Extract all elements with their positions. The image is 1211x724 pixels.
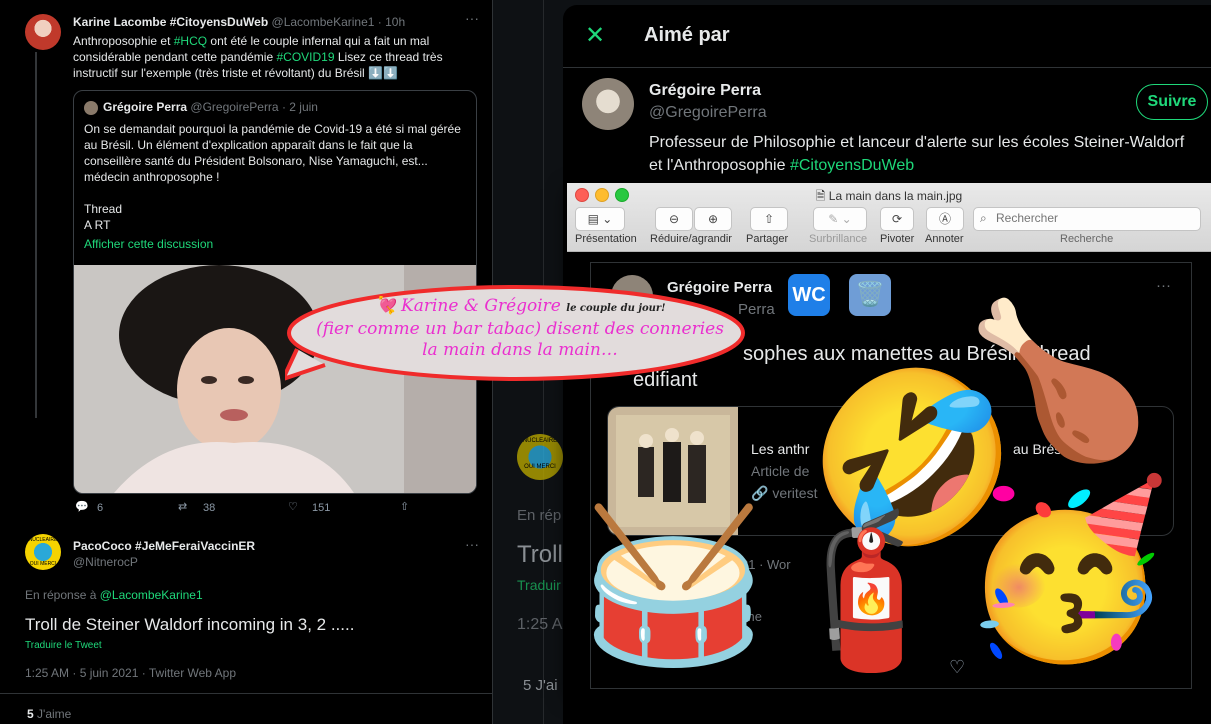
follow-button[interactable]: Suivre [1136,84,1208,120]
divider [563,67,1211,68]
heart-arrow-icon: 💘 [374,296,396,316]
link-icon: 🔗 [751,485,769,501]
rotate-label: Pivoter [880,233,915,245]
author-name[interactable]: Karine Lacombe #CitoyensDuWeb [73,15,268,29]
annotate-icon[interactable]: Ⓐ [926,207,964,231]
avatar [84,101,98,115]
badge-top-text: NUCLEAIRE [28,537,58,543]
bubble-line-2: (fier comme un bar tabac) disent des con… [316,319,724,339]
share-label: Partager [746,233,789,245]
more-icon: ··· [1156,277,1171,294]
quote-thread-label: Thread [84,202,123,216]
tweet-meta: 1:25 A [517,616,563,633]
close-icon[interactable]: ✕ [585,21,605,50]
brightness-label: Surbrillance [809,233,868,245]
reply-count: 6 [97,502,104,514]
bubble-small-text: le couple du jour! [566,303,666,314]
reply-context: En rép [517,507,562,524]
hashtag-link[interactable]: #COVID19 [276,50,334,64]
search-input[interactable] [994,210,1194,226]
tweet-meta[interactable]: 1:25 AM · 5 juin 2021 · Twitter Web App [25,666,236,680]
user-name[interactable]: Grégoire Perra [649,82,761,100]
like-count: 151 [312,502,331,514]
quote-header: Grégoire Perra @GregoirePerra · 2 juin [103,100,318,114]
user-handle[interactable]: @GregoirePerra [649,104,767,122]
presentation-label: Présentation [575,233,637,245]
tweet-actions: 💬 6 ⇄ 38 ♡ 151 ⇧ [75,500,475,518]
translate-link[interactable]: Traduir [517,577,561,593]
share-icon[interactable]: ⇧ [400,500,409,513]
tweet-header: Karine Lacombe #CitoyensDuWeb @LacombeKa… [73,15,405,29]
highlight-icon[interactable]: ✎ ⌄ [813,207,867,231]
zoom-out-icon[interactable]: ⊖ [655,207,693,231]
avatar-nucleaire-badge[interactable]: NUCLEAIRE OUI MERCI [25,534,61,570]
sidebar-view-button[interactable]: ▤ ⌄ [575,207,625,231]
badge-bottom-text: OUI MERCI [524,464,556,470]
zoom-in-icon[interactable]: ⊕ [694,207,732,231]
card-title: Les anthr [751,441,810,457]
more-icon[interactable]: ··· [465,10,479,26]
window-toolbar: 🗎 La main dans la main.jpg ▤ ⌄ Présentat… [567,183,1211,252]
badge-top-text: NUCLEAIRE [522,438,558,444]
hashtag-link[interactable]: #HCQ [174,34,207,48]
avatar[interactable] [25,14,61,50]
quote-time: · 2 juin [281,100,318,114]
window-title: 🗎 La main dans la main.jpg [815,189,963,203]
bubble-line-1: Karine & Grégoire [401,296,561,316]
author-handle[interactable]: @LacombeKarine1 [272,15,375,29]
modal-title: Aimé par [644,24,730,46]
quote-author: Grégoire Perra [103,100,188,114]
tweet-text: Anthroposophie et #HCQ ont été le couple… [73,34,443,80]
show-thread-link[interactable]: Afficher cette discussion [84,236,213,252]
party-face-sticker: 🥳 [960,475,1172,665]
wc-sticker: WC [788,274,830,316]
card-subtitle: Article de [751,463,810,479]
rotate-icon[interactable]: ⟳ [880,207,914,231]
translate-link[interactable]: Traduire le Tweet [25,640,102,651]
like-icon[interactable]: ♡ [288,500,298,513]
bubble-text: 💘 Karine & Grégoire le couple du jour! (… [300,296,740,361]
reply-handle-link[interactable]: @LacombeKarine1 [100,588,203,602]
tweet-text: Troll [517,541,563,568]
annotate-label: Annoter [925,233,964,245]
search-field[interactable]: ⌕ [973,207,1201,231]
search-icon: ⌕ [980,211,987,225]
tweet-time[interactable]: · 10h [378,15,405,29]
author-name[interactable]: PacoCoco #JeMeFeraiVaccinER [73,539,255,553]
file-icon: 🗎 [815,189,826,203]
reply-icon[interactable]: 💬 [75,500,89,513]
likes-summary[interactable]: 5 J'aime [27,707,71,721]
thread-line [35,52,37,418]
fire-extinguisher-sticker: 🧯 [775,506,962,674]
likes-summary: 5 J'ai [523,677,558,694]
retweet-icon[interactable]: ⇄ [178,500,187,513]
reply-context: En réponse à @LacombeKarine1 [25,588,203,602]
quote-handle: @GregoirePerra [190,100,279,114]
user-bio: Professeur de Philosophie et lanceur d'a… [649,134,1185,174]
tweet-text: Troll de Steiner Waldorf incoming in 3, … [25,615,355,634]
avatar-nucleaire-badge[interactable]: NUCLEAIRE OUI MERCI [517,434,563,480]
badge-bottom-text: OUI MERCI [29,561,57,567]
author-handle[interactable]: @NitnerocP [73,555,138,569]
share-icon[interactable]: ⇧ [750,207,788,231]
quote-rt-label: A RT [84,218,111,232]
search-label: Recherche [1060,233,1114,245]
hashtag-link[interactable]: #CitoyensDuWeb [790,157,914,174]
divider [0,693,492,694]
avatar[interactable] [582,78,634,130]
zoom-label: Réduire/agrandir [650,233,732,245]
quote-text: On se demandait pourquoi la pandémie de … [84,122,461,184]
more-icon[interactable]: ··· [465,536,479,552]
drum-sticker: 🥁 [580,501,767,669]
retweet-count: 38 [203,502,216,514]
bubble-line-3: la main dans la main… [422,340,618,360]
trash-sticker: 🗑️ [849,274,891,316]
